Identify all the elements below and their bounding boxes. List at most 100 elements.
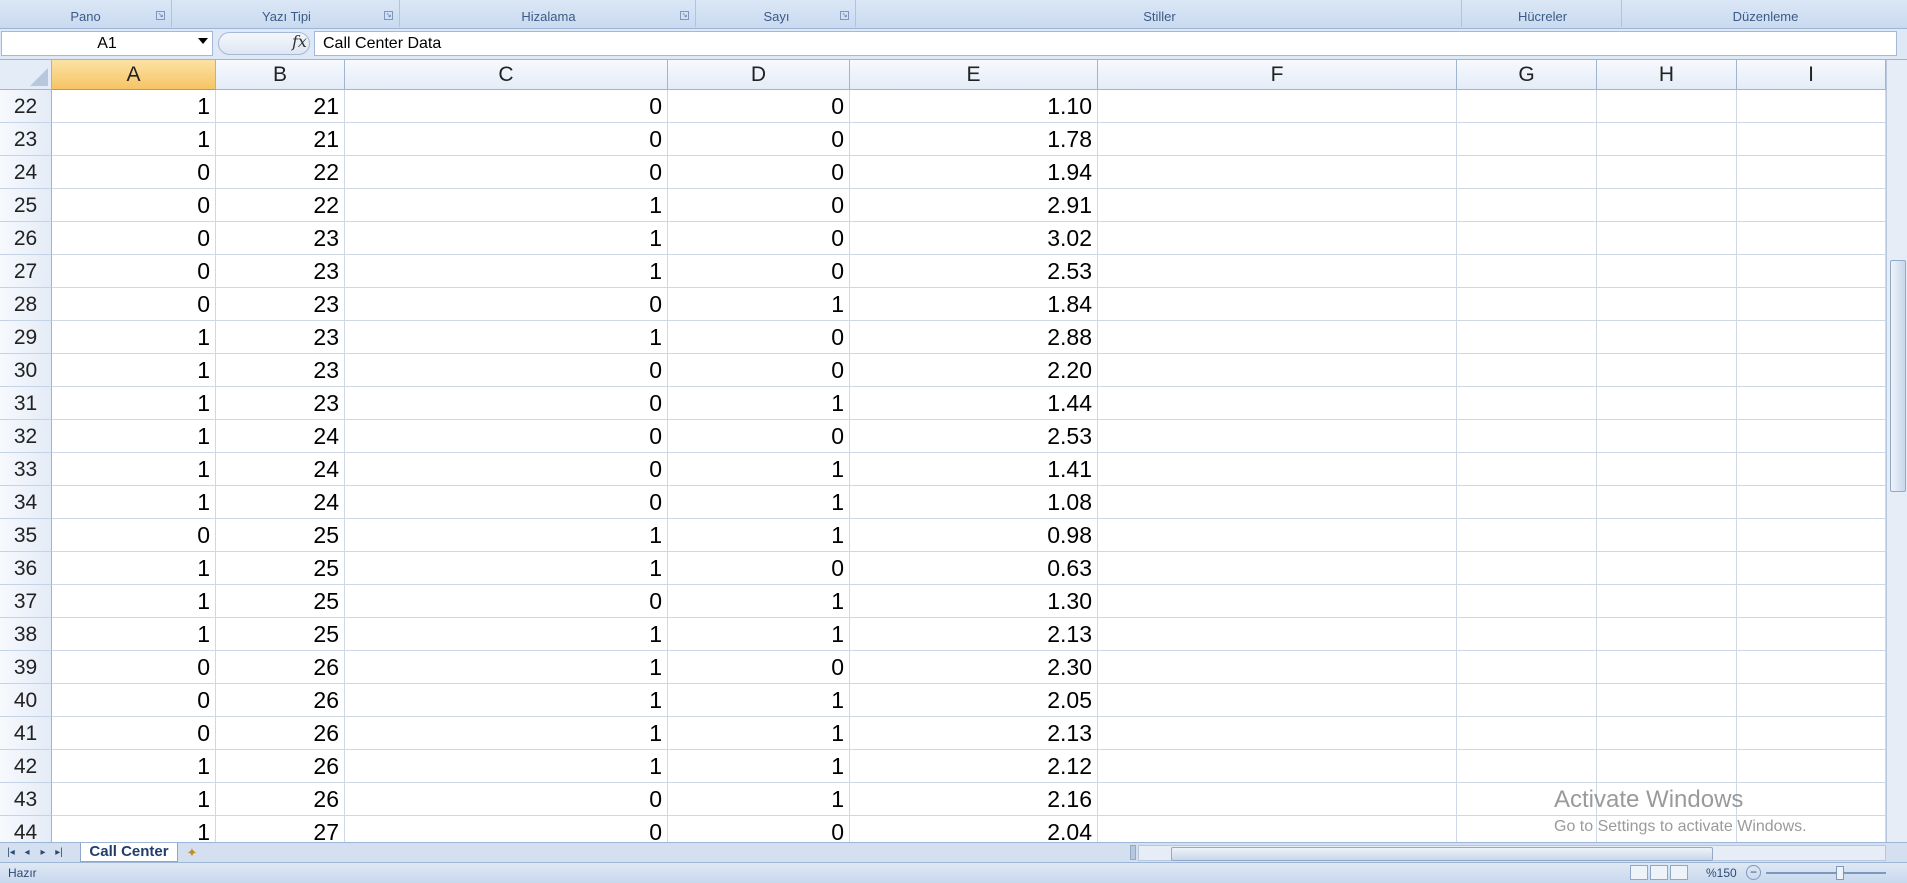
cell-b[interactable]: 23 bbox=[216, 354, 345, 387]
empty-cell[interactable] bbox=[1457, 321, 1597, 354]
empty-cell[interactable] bbox=[1737, 585, 1886, 618]
row-header[interactable]: 33 bbox=[0, 453, 52, 486]
cell-d[interactable]: 1 bbox=[668, 387, 850, 420]
cell-e[interactable]: 1.44 bbox=[850, 387, 1098, 420]
cell-b[interactable]: 25 bbox=[216, 519, 345, 552]
empty-cell[interactable] bbox=[1737, 750, 1886, 783]
empty-cell[interactable] bbox=[1737, 123, 1886, 156]
empty-cell[interactable] bbox=[1457, 354, 1597, 387]
cell-b[interactable]: 22 bbox=[216, 189, 345, 222]
empty-cell[interactable] bbox=[1098, 552, 1457, 585]
row-header[interactable]: 26 bbox=[0, 222, 52, 255]
cell-d[interactable]: 0 bbox=[668, 222, 850, 255]
empty-cell[interactable] bbox=[1098, 519, 1457, 552]
cell-d[interactable]: 0 bbox=[668, 123, 850, 156]
cell-b[interactable]: 26 bbox=[216, 651, 345, 684]
empty-cell[interactable] bbox=[1737, 387, 1886, 420]
row-header[interactable]: 42 bbox=[0, 750, 52, 783]
empty-cell[interactable] bbox=[1597, 288, 1737, 321]
cell-d[interactable]: 0 bbox=[668, 354, 850, 387]
cell-d[interactable]: 1 bbox=[668, 750, 850, 783]
horizontal-scrollbar[interactable] bbox=[1138, 845, 1886, 861]
chevron-down-icon[interactable] bbox=[198, 38, 208, 44]
empty-cell[interactable] bbox=[1597, 387, 1737, 420]
vertical-scrollbar[interactable] bbox=[1886, 60, 1907, 842]
cell-a[interactable]: 1 bbox=[52, 90, 216, 123]
cell-c[interactable]: 1 bbox=[345, 189, 668, 222]
empty-cell[interactable] bbox=[1737, 222, 1886, 255]
cell-e[interactable]: 2.13 bbox=[850, 717, 1098, 750]
cell-d[interactable]: 1 bbox=[668, 783, 850, 816]
name-box[interactable]: A1 bbox=[1, 31, 213, 56]
cell-e[interactable]: 2.91 bbox=[850, 189, 1098, 222]
column-header-g[interactable]: G bbox=[1457, 60, 1597, 90]
row-header[interactable]: 34 bbox=[0, 486, 52, 519]
empty-cell[interactable] bbox=[1098, 387, 1457, 420]
empty-cell[interactable] bbox=[1457, 255, 1597, 288]
cell-e[interactable]: 2.13 bbox=[850, 618, 1098, 651]
empty-cell[interactable] bbox=[1098, 618, 1457, 651]
cell-e[interactable]: 2.16 bbox=[850, 783, 1098, 816]
cell-e[interactable]: 1.10 bbox=[850, 90, 1098, 123]
cell-d[interactable]: 0 bbox=[668, 552, 850, 585]
empty-cell[interactable] bbox=[1737, 321, 1886, 354]
cell-a[interactable]: 0 bbox=[52, 651, 216, 684]
first-sheet-icon[interactable]: |◂ bbox=[4, 845, 18, 860]
empty-cell[interactable] bbox=[1597, 618, 1737, 651]
cell-e[interactable]: 0.63 bbox=[850, 552, 1098, 585]
tab-split-handle[interactable] bbox=[1130, 845, 1136, 860]
empty-cell[interactable] bbox=[1098, 684, 1457, 717]
column-header-f[interactable]: F bbox=[1098, 60, 1457, 90]
cell-e[interactable]: 2.88 bbox=[850, 321, 1098, 354]
empty-cell[interactable] bbox=[1098, 288, 1457, 321]
cell-c[interactable]: 1 bbox=[345, 651, 668, 684]
cell-c[interactable]: 1 bbox=[345, 750, 668, 783]
cell-d[interactable]: 0 bbox=[668, 156, 850, 189]
empty-cell[interactable] bbox=[1098, 321, 1457, 354]
cell-a[interactable]: 1 bbox=[52, 387, 216, 420]
cell-d[interactable]: 1 bbox=[668, 618, 850, 651]
row-header[interactable]: 36 bbox=[0, 552, 52, 585]
empty-cell[interactable] bbox=[1457, 453, 1597, 486]
empty-cell[interactable] bbox=[1737, 552, 1886, 585]
cell-a[interactable]: 0 bbox=[52, 684, 216, 717]
dialog-launcher-icon[interactable]: ↘ bbox=[840, 11, 849, 20]
empty-cell[interactable] bbox=[1597, 222, 1737, 255]
empty-cell[interactable] bbox=[1457, 387, 1597, 420]
cell-b[interactable]: 21 bbox=[216, 90, 345, 123]
empty-cell[interactable] bbox=[1597, 189, 1737, 222]
empty-cell[interactable] bbox=[1737, 189, 1886, 222]
cell-e[interactable]: 2.05 bbox=[850, 684, 1098, 717]
insert-function-icon[interactable]: fx bbox=[292, 32, 307, 51]
cell-a[interactable]: 1 bbox=[52, 354, 216, 387]
empty-cell[interactable] bbox=[1098, 255, 1457, 288]
empty-cell[interactable] bbox=[1597, 750, 1737, 783]
cell-b[interactable]: 24 bbox=[216, 420, 345, 453]
empty-cell[interactable] bbox=[1597, 90, 1737, 123]
empty-cell[interactable] bbox=[1597, 684, 1737, 717]
cell-d[interactable]: 1 bbox=[668, 519, 850, 552]
empty-cell[interactable] bbox=[1098, 222, 1457, 255]
empty-cell[interactable] bbox=[1457, 288, 1597, 321]
cell-b[interactable]: 23 bbox=[216, 222, 345, 255]
empty-cell[interactable] bbox=[1597, 585, 1737, 618]
empty-cell[interactable] bbox=[1457, 684, 1597, 717]
cell-c[interactable]: 1 bbox=[345, 717, 668, 750]
empty-cell[interactable] bbox=[1737, 420, 1886, 453]
empty-cell[interactable] bbox=[1457, 222, 1597, 255]
row-header[interactable]: 28 bbox=[0, 288, 52, 321]
cell-a[interactable]: 0 bbox=[52, 519, 216, 552]
cell-b[interactable]: 24 bbox=[216, 453, 345, 486]
next-sheet-icon[interactable]: ▸ bbox=[36, 845, 50, 860]
empty-cell[interactable] bbox=[1457, 90, 1597, 123]
column-header-e[interactable]: E bbox=[850, 60, 1098, 90]
row-header[interactable]: 41 bbox=[0, 717, 52, 750]
empty-cell[interactable] bbox=[1457, 420, 1597, 453]
cell-d[interactable]: 0 bbox=[668, 420, 850, 453]
row-header[interactable]: 27 bbox=[0, 255, 52, 288]
empty-cell[interactable] bbox=[1098, 750, 1457, 783]
row-header[interactable]: 35 bbox=[0, 519, 52, 552]
cell-c[interactable]: 1 bbox=[345, 618, 668, 651]
empty-cell[interactable] bbox=[1098, 354, 1457, 387]
empty-cell[interactable] bbox=[1597, 519, 1737, 552]
